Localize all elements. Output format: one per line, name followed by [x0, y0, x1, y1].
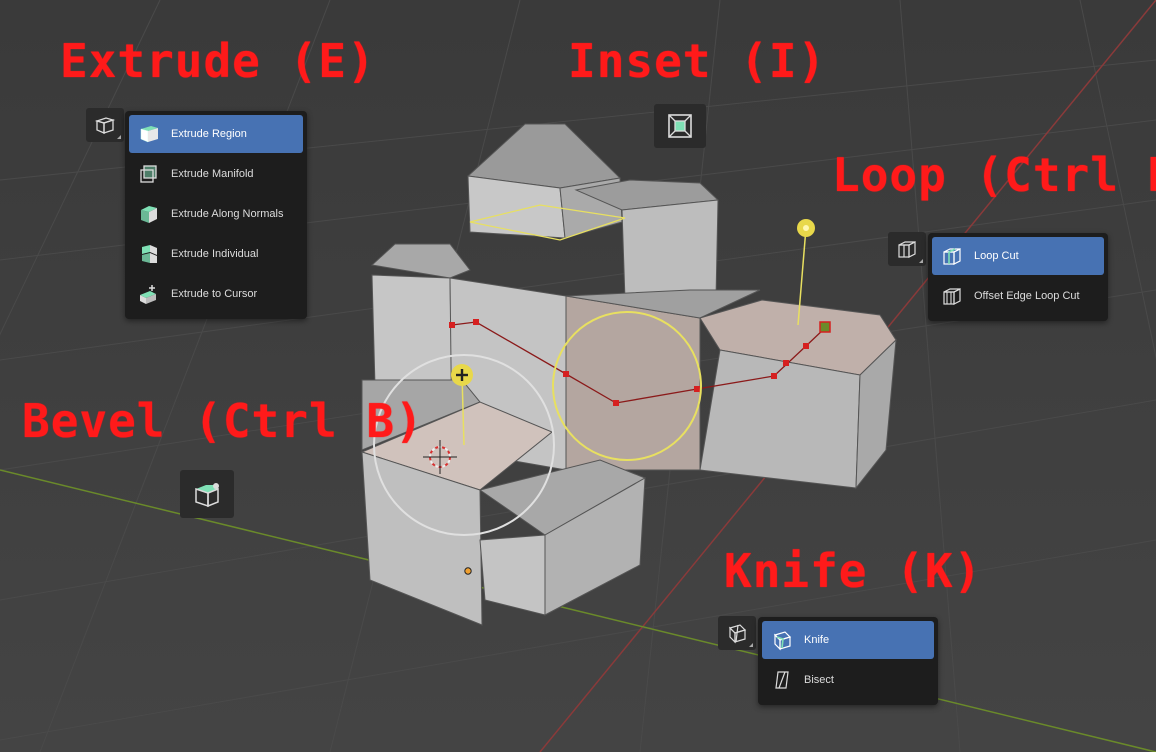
extrude-region-icon — [94, 117, 116, 134]
extrude-individual-icon — [142, 245, 157, 263]
loop-cut-icon — [943, 248, 961, 265]
extrude-manifold-icon — [140, 165, 157, 183]
extrude-menu: Extrude Region Extrude Manifold Extrude … — [125, 111, 307, 319]
bevel-label: Bevel (Ctrl B) — [22, 394, 424, 448]
extrude-normals-icon — [141, 206, 157, 223]
extrude-tool-button[interactable] — [86, 108, 124, 142]
offset-edge-loop-icon — [943, 288, 961, 305]
inset-icon — [668, 114, 692, 138]
knife-icon — [773, 631, 792, 651]
extrude-region-icon — [140, 126, 158, 143]
menu-item-extrude-manifold[interactable]: Extrude Manifold — [129, 155, 303, 193]
menu-item-extrude-along-normals[interactable]: Extrude Along Normals — [129, 195, 303, 233]
menu-item-loop-cut[interactable]: Loop Cut — [932, 237, 1104, 275]
inset-label: Inset (I) — [568, 34, 827, 88]
loop-cut-icon — [898, 241, 916, 258]
menu-item-extrude-to-cursor[interactable]: Extrude to Cursor — [129, 275, 303, 313]
loop-cut-menu: Loop Cut Offset Edge Loop Cut — [928, 233, 1108, 321]
knife-icon — [728, 624, 747, 644]
menu-item-extrude-individual[interactable]: Extrude Individual — [129, 235, 303, 273]
menu-item-bisect[interactable]: Bisect — [762, 661, 934, 699]
menu-item-offset-edge-loop-cut[interactable]: Offset Edge Loop Cut — [932, 277, 1104, 315]
extrude-cursor-icon — [140, 285, 156, 304]
knife-tool-button[interactable] — [718, 616, 756, 650]
inset-tool-button[interactable] — [654, 104, 706, 148]
loop-label: Loop (Ctrl R) — [832, 148, 1156, 202]
object-origin — [464, 567, 472, 575]
menu-item-knife[interactable]: Knife — [762, 621, 934, 659]
bevel-tool-button[interactable] — [180, 470, 234, 518]
loop-cut-tool-button[interactable] — [888, 232, 926, 266]
menu-item-extrude-region[interactable]: Extrude Region — [129, 115, 303, 153]
bevel-icon — [195, 483, 219, 508]
bisect-icon — [775, 671, 789, 689]
extrude-label: Extrude (E) — [60, 34, 376, 88]
knife-label: Knife (K) — [724, 544, 983, 598]
knife-menu: Knife Bisect — [758, 617, 938, 705]
